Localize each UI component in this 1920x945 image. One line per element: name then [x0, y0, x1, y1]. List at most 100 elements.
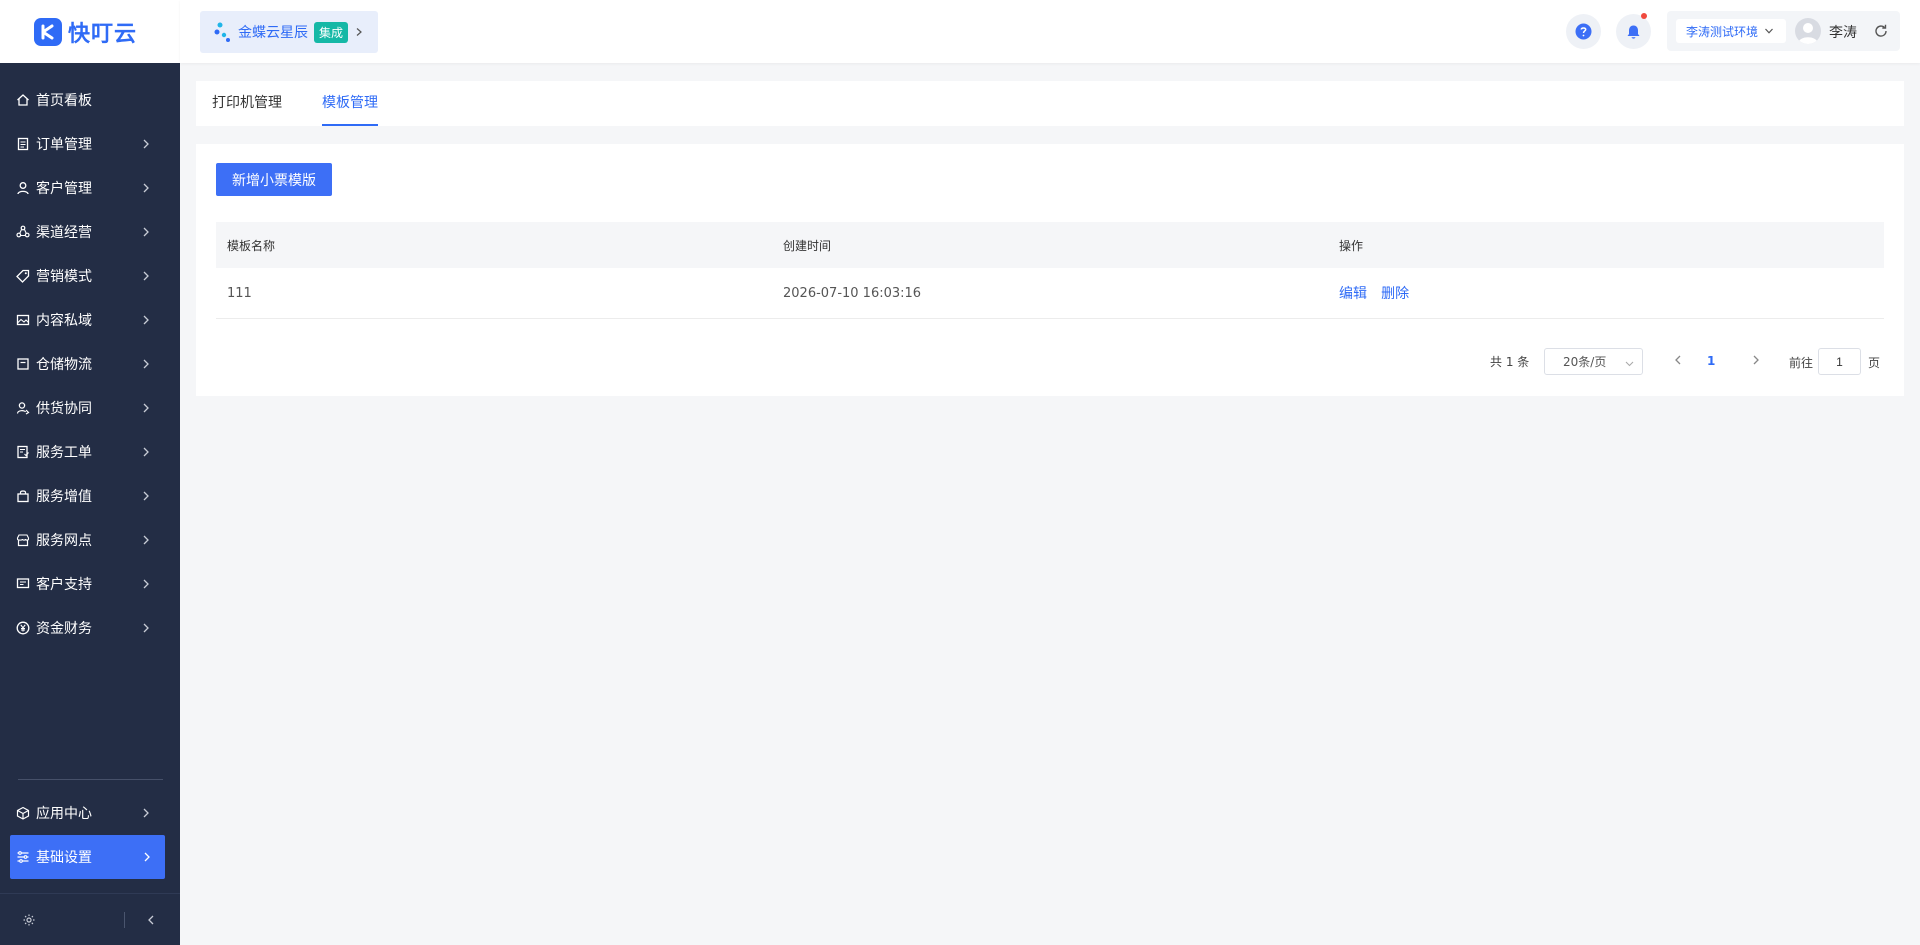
sidebar-item-support[interactable]: 客户支持 [0, 562, 180, 606]
sidebar-item-value-added[interactable]: 服务增值 [0, 474, 180, 518]
goto-label: 前往 [1789, 356, 1814, 370]
sidebar-item-label: 渠道经营 [36, 225, 92, 241]
sidebar-item-service-tickets[interactable]: 服务工单 [0, 430, 180, 474]
username: 李涛 [1829, 25, 1857, 41]
sidebar-item-label: 内容私域 [36, 313, 92, 329]
store-icon [16, 533, 30, 547]
prev-page-button[interactable] [1671, 353, 1685, 367]
user-panel: 李涛测试环境 李涛 [1667, 11, 1900, 51]
next-page-button[interactable] [1749, 353, 1763, 367]
home-icon [16, 93, 30, 107]
support-icon [16, 577, 30, 591]
tab-printer-management[interactable]: 打印机管理 [212, 81, 282, 126]
sidebar-item-label: 仓储物流 [36, 357, 92, 373]
sidebar-item-channels[interactable]: 渠道经营 [0, 210, 180, 254]
chevron-down-icon [1625, 361, 1634, 367]
chevron-right-icon [143, 579, 149, 589]
sidebar-item-app-center[interactable]: 应用中心 [0, 791, 180, 835]
box-icon [16, 357, 30, 371]
logo[interactable]: 快叮云 [0, 0, 180, 63]
settings-gear-icon[interactable] [22, 913, 36, 927]
chevron-right-icon [143, 447, 149, 457]
yen-icon [16, 621, 30, 635]
integration-badge: 集成 [314, 21, 349, 43]
chevron-right-icon [144, 852, 150, 862]
chevron-right-icon [143, 183, 149, 193]
sidebar-item-label: 订单管理 [36, 137, 92, 153]
sidebar-item-label: 服务工单 [36, 445, 92, 461]
sidebar-nav: 首页看板 订单管理 客户管理 渠道经营 营销模式 内容私域 仓储物流 供货协同 … [0, 78, 180, 650]
column-header-created-time: 创建时间 [783, 238, 832, 253]
image-icon [16, 313, 30, 327]
notification-dot [1641, 13, 1647, 19]
goto-page-input[interactable] [1818, 348, 1861, 375]
chevron-right-icon [143, 359, 149, 369]
sidebar-item-customers[interactable]: 客户管理 [0, 166, 180, 210]
sidebar-item-label: 供货协同 [36, 401, 92, 417]
add-receipt-template-button[interactable]: 新增小票模版 [216, 163, 332, 196]
collapse-sidebar-icon[interactable] [145, 914, 157, 926]
sidebar-item-service-points[interactable]: 服务网点 [0, 518, 180, 562]
sidebar-item-warehouse[interactable]: 仓储物流 [0, 342, 180, 386]
tab-template-management[interactable]: 模板管理 [322, 81, 378, 126]
column-header-actions: 操作 [1339, 238, 1364, 253]
chevron-right-icon [143, 623, 149, 633]
sidebar-item-marketing[interactable]: 营销模式 [0, 254, 180, 298]
sidebar: 快叮云 首页看板 订单管理 客户管理 渠道经营 营销模式 内容私域 仓储物流 供… [0, 0, 180, 945]
sidebar-item-label: 基础设置 [36, 850, 92, 866]
sidebar-item-content[interactable]: 内容私域 [0, 298, 180, 342]
avatar[interactable] [1795, 18, 1821, 44]
cube-icon [16, 806, 30, 820]
notifications-button[interactable] [1616, 13, 1651, 49]
sidebar-item-label: 服务增值 [36, 489, 92, 505]
chevron-right-icon [143, 491, 149, 501]
table-row: 111 2026-07-10 16:03:16 编辑 删除 [216, 268, 1884, 319]
sidebar-item-label: 客户管理 [36, 181, 92, 197]
channel-icon [16, 225, 30, 239]
sidebar-item-label: 资金财务 [36, 621, 92, 637]
help-button[interactable] [1566, 14, 1601, 49]
cell-created-time: 2026-07-10 16:03:16 [783, 285, 922, 301]
cell-actions: 编辑 删除 [1328, 283, 1884, 303]
refresh-icon[interactable] [1873, 23, 1889, 39]
template-table: 模板名称 创建时间 操作 111 2026-07-10 16:03:16 编辑 … [216, 222, 1884, 319]
table-header: 模板名称 创建时间 操作 [216, 222, 1884, 268]
chevron-right-icon [143, 315, 149, 325]
chevron-down-icon [1764, 26, 1774, 36]
tabs-bar: 打印机管理 模板管理 [196, 81, 1904, 126]
top-header: 金蝶云星辰 集成 李涛测试环境 李涛 [180, 0, 1920, 63]
collab-icon [16, 401, 30, 415]
sidebar-item-label: 营销模式 [36, 269, 92, 285]
sidebar-bottom-nav: 应用中心 基础设置 [0, 791, 180, 879]
logo-icon [34, 17, 62, 46]
sidebar-item-label: 应用中心 [36, 806, 92, 822]
integration-name: 金蝶云星辰 [238, 25, 308, 41]
current-page-number[interactable]: 1 [1707, 354, 1715, 368]
chevron-right-icon [143, 271, 149, 281]
sidebar-divider [18, 779, 163, 780]
page-size-select[interactable]: 20条/页 [1544, 348, 1643, 375]
chevron-right-icon [354, 27, 364, 37]
bell-icon [1626, 24, 1641, 40]
sidebar-item-label: 服务网点 [36, 533, 92, 549]
delete-link[interactable]: 删除 [1381, 286, 1409, 302]
question-icon [1575, 23, 1592, 40]
sidebar-item-label: 首页看板 [36, 93, 92, 109]
edit-link[interactable]: 编辑 [1339, 286, 1367, 302]
chevron-right-icon [143, 139, 149, 149]
sidebar-item-supply[interactable]: 供货协同 [0, 386, 180, 430]
logo-text: 快叮云 [68, 21, 138, 47]
clipboard-icon [16, 137, 30, 151]
template-panel: 新增小票模版 模板名称 创建时间 操作 111 2026-07-10 16:03… [196, 144, 1904, 396]
sidebar-item-dashboard[interactable]: 首页看板 [0, 78, 180, 122]
sidebar-item-orders[interactable]: 订单管理 [0, 122, 180, 166]
integration-switcher[interactable]: 金蝶云星辰 集成 [200, 11, 378, 53]
environment-select[interactable]: 李涛测试环境 [1676, 19, 1786, 43]
sidebar-item-basic-settings[interactable]: 基础设置 [10, 835, 165, 879]
chevron-right-icon [143, 535, 149, 545]
kingdee-logo-icon [214, 21, 232, 43]
goto-suffix: 页 [1868, 356, 1881, 370]
page-size-value: 20条/页 [1563, 355, 1607, 369]
sidebar-item-finance[interactable]: 资金财务 [0, 606, 180, 650]
ticket-icon [16, 445, 30, 459]
